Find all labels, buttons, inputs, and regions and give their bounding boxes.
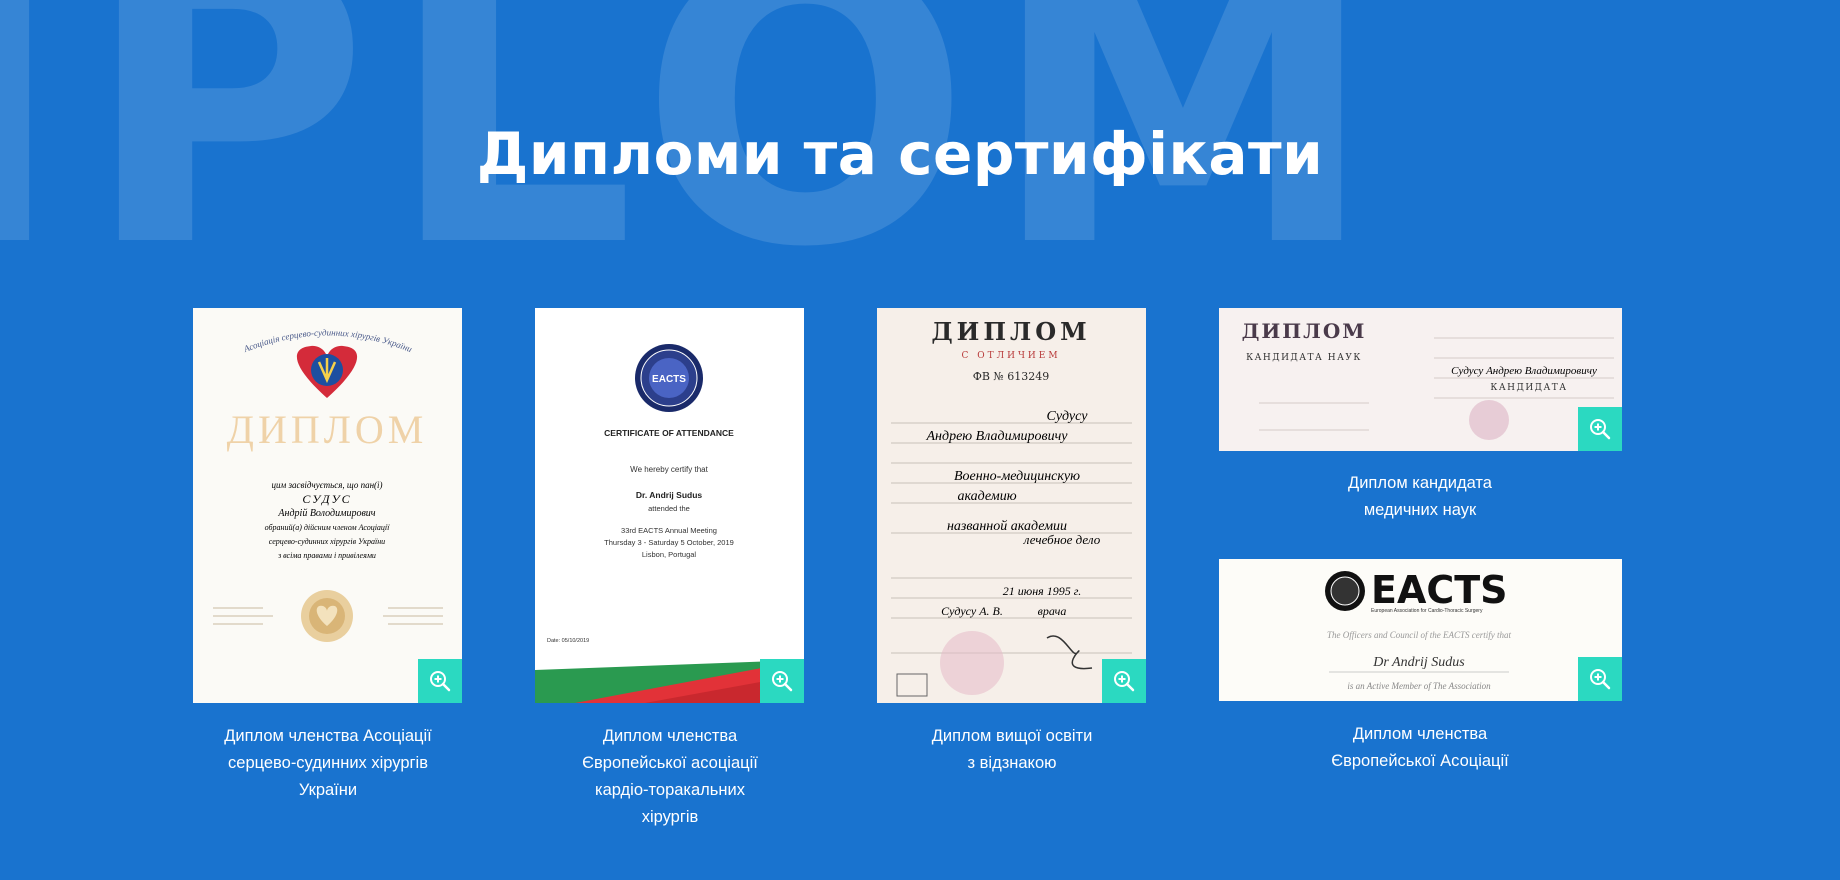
diploma-caption: Диплом вищої освіти з відзнакою [931,727,1093,772]
diploma-document-image: ДИПЛОМ КАНДИДАТА НАУК Судусу Андрею Влад… [1242,319,1614,440]
svg-text:ФВ № 613249: ФВ № 613249 [973,370,1050,383]
zoom-in-icon [430,671,451,692]
zoom-button[interactable] [418,659,462,703]
zoom-in-icon [1590,669,1611,690]
svg-text:Dr Andrij Sudus: Dr Andrij Sudus [1372,655,1465,670]
zoom-button[interactable] [760,659,804,703]
svg-text:обраний(а) дійсним членом Асоц: обраний(а) дійсним членом Асоціації [265,523,390,532]
diploma-document-image: ДИПЛОМ С ОТЛИЧИЕМ ФВ № 613249 Судусу Анд… [891,317,1132,697]
svg-text:21 июня 1995 г.: 21 июня 1995 г. [1003,584,1082,598]
doc-heading: ДИПЛОМ [931,317,1090,346]
certificate-card-eacts-attendance[interactable]: EACTS CERTIFICATE OF ATTENDANCE We hereb… [535,308,804,703]
section-title: Дипломи та сертифікати [476,120,1324,188]
svg-text:серцево-судинних хірургів Укра: серцево-судинних хірургів України [269,537,385,546]
zoom-in-icon [1114,671,1135,692]
diploma-caption: Диплом кандидата медичних наук [1348,474,1492,519]
svg-text:врача: врача [1038,604,1067,618]
certificate-document-image: EACTS CERTIFICATE OF ATTENDANCE We hereb… [535,344,804,703]
svg-text:КАНДИДАТА: КАНДИДАТА [1490,383,1567,393]
svg-text:Lisbon, Portugal: Lisbon, Portugal [642,550,697,559]
svg-text:С ОТЛИЧИЕМ: С ОТЛИЧИЕМ [961,351,1060,361]
diploma-caption: Диплом членства Європейської Асоціації [1331,725,1509,770]
svg-text:Асоціація серцево-судинних хір: Асоціація серцево-судинних хірургів Укра… [241,327,414,354]
svg-text:академию: академию [957,489,1016,504]
diploma-document-image: EACTS European Association for Cardio-Th… [1325,568,1511,691]
svg-text:Date: 05/10/2019: Date: 05/10/2019 [547,638,589,644]
diploma-card-eacts-membership[interactable]: EACTS European Association for Cardio-Th… [1219,559,1622,701]
svg-text:КАНДИДАТА НАУК: КАНДИДАТА НАУК [1246,353,1362,363]
diploma-document-image: Асоціація серцево-судинних хірургів Укра… [213,327,443,642]
svg-text:Thursday 3 - Saturday 5 Octobe: Thursday 3 - Saturday 5 October, 2019 [604,538,734,547]
zoom-button[interactable] [1578,657,1622,701]
svg-text:We hereby certify that: We hereby certify that [630,465,708,474]
doc-heading: ДИПЛОМ [227,407,428,452]
svg-text:33rd EACTS Annual Meeting: 33rd EACTS Annual Meeting [621,526,717,535]
svg-text:з всіма правами і привілеями: з всіма правами і привілеями [277,551,376,560]
svg-text:is an Active Member of The Ass: is an Active Member of The Association [1347,681,1491,691]
svg-text:лечебное дело: лечебное дело [1023,532,1101,547]
zoom-in-icon [1590,419,1611,440]
svg-text:Судусу: Судусу [1047,409,1089,424]
svg-text:The Officers and Council of th: The Officers and Council of the EACTS ce… [1327,630,1511,640]
svg-text:Судусу Андрею Владимировичу: Судусу Андрею Владимировичу [1451,365,1597,377]
diploma-caption: Диплом членства Асоціації серцево-судинн… [224,727,432,799]
doc-heading: CERTIFICATE OF ATTENDANCE [604,428,734,438]
svg-text:attended the: attended the [648,504,690,513]
zoom-button[interactable] [1102,659,1146,703]
svg-text:Военно-медицинскую: Военно-медицинскую [954,469,1080,484]
eacts-logo-text: EACTS [652,374,686,385]
svg-text:Судусу А. В.: Судусу А. В. [941,604,1003,618]
diploma-card-candidate-of-sciences[interactable]: ДИПЛОМ КАНДИДАТА НАУК Судусу Андрею Влад… [1219,308,1622,451]
zoom-in-icon [772,671,793,692]
svg-text:Андрею Владимировичу: Андрею Владимировичу [926,429,1069,444]
svg-text:СУДУС: СУДУС [302,492,351,506]
diploma-caption: Диплом членства Європейської асоціації к… [582,727,758,826]
diploma-card-association-ukraine[interactable]: Асоціація серцево-судинних хірургів Укра… [193,308,462,703]
svg-text:European Association for Cardi: European Association for Cardio-Thoracic… [1371,608,1483,614]
eacts-logo-text: EACTS [1371,568,1508,612]
svg-text:цим засвідчується, що пан(і): цим засвідчується, що пан(і) [271,480,382,490]
zoom-button[interactable] [1578,407,1622,451]
svg-text:Dr. Andrij Sudus: Dr. Andrij Sudus [636,490,703,500]
diploma-card-higher-education[interactable]: ДИПЛОМ С ОТЛИЧИЕМ ФВ № 613249 Судусу Анд… [877,308,1146,703]
doc-heading: ДИПЛОМ [1242,319,1367,343]
doc-arc-text: Асоціація серцево-судинних хірургів Укра… [241,327,414,354]
svg-text:Андрій Володимирович: Андрій Володимирович [277,508,375,519]
